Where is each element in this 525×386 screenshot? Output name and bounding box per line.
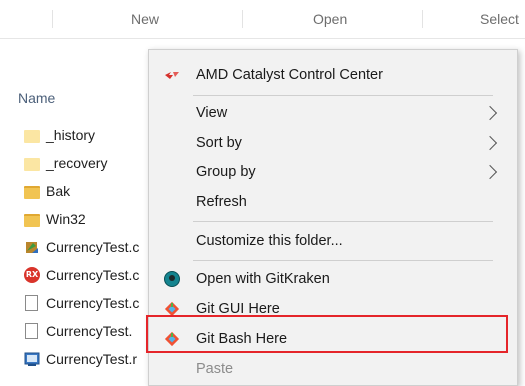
menu-item-paste[interactable]: Paste xyxy=(149,355,517,383)
list-item[interactable]: Win32 xyxy=(24,208,86,230)
ribbon-separator xyxy=(242,10,243,28)
amd-icon xyxy=(163,66,181,84)
file-name: _history xyxy=(46,127,96,143)
ribbon-group-open[interactable]: Open xyxy=(313,11,347,27)
ribbon-divider xyxy=(0,38,525,39)
menu-item-label: Refresh xyxy=(196,194,247,210)
list-item[interactable]: CurrencyTest.c xyxy=(24,236,139,258)
column-header-name[interactable]: Name xyxy=(18,90,55,106)
list-item[interactable]: _history xyxy=(24,124,95,146)
ribbon-group-select[interactable]: Select xyxy=(480,11,519,27)
list-item[interactable]: RX CurrencyTest.c xyxy=(24,264,139,286)
ribbon: New Open Select xyxy=(0,0,525,36)
menu-item-view[interactable]: View xyxy=(149,99,517,127)
menu-item-label: Group by xyxy=(196,164,256,180)
file-name: CurrencyTest.r xyxy=(46,351,138,367)
menu-item-open-with-gitkraken[interactable]: Open with GitKraken xyxy=(149,265,517,293)
highlight-box xyxy=(146,315,508,353)
chevron-right-icon xyxy=(482,164,498,180)
file-name: Bak xyxy=(46,183,71,199)
dll-file-icon xyxy=(24,239,40,255)
ribbon-separator xyxy=(52,10,53,28)
menu-item-group-by[interactable]: Group by xyxy=(149,158,517,186)
file-name: CurrencyTest. xyxy=(46,323,133,339)
file-name: _recovery xyxy=(46,155,108,171)
menu-item-label: Customize this folder... xyxy=(196,233,343,249)
list-item[interactable]: CurrencyTest.c xyxy=(24,292,139,314)
file-name: CurrencyTest.c xyxy=(46,239,140,255)
menu-separator xyxy=(193,95,493,96)
menu-separator xyxy=(193,260,493,261)
document-icon xyxy=(24,295,40,311)
chevron-right-icon xyxy=(482,105,498,121)
list-item[interactable]: CurrencyTest. xyxy=(24,320,132,342)
menu-item-label: Open with GitKraken xyxy=(196,271,330,287)
file-name: CurrencyTest.c xyxy=(46,295,140,311)
list-item[interactable]: _recovery xyxy=(24,152,107,174)
menu-item-customize-folder[interactable]: Customize this folder... xyxy=(149,227,517,255)
context-menu: AMD Catalyst Control Center View Sort by… xyxy=(146,49,518,386)
chevron-right-icon xyxy=(482,135,498,151)
menu-item-label: Paste xyxy=(196,361,234,377)
menu-item-refresh[interactable]: Refresh xyxy=(149,188,517,216)
project-file-icon xyxy=(24,351,40,367)
document-icon xyxy=(24,323,40,339)
menu-separator xyxy=(193,221,493,222)
gitkraken-icon xyxy=(163,270,181,288)
menu-item-label: Sort by xyxy=(196,135,242,151)
file-name: Win32 xyxy=(46,211,86,227)
menu-item-sort-by[interactable]: Sort by xyxy=(149,129,517,157)
file-name: CurrencyTest.c xyxy=(46,267,140,283)
folder-icon xyxy=(24,185,40,199)
rx-file-icon: RX xyxy=(24,267,40,283)
menu-item-label: View xyxy=(196,105,228,121)
ribbon-separator xyxy=(422,10,423,28)
list-item[interactable]: Bak xyxy=(24,180,70,202)
folder-light-icon xyxy=(24,157,40,171)
folder-icon xyxy=(24,213,40,227)
folder-light-icon xyxy=(24,129,40,143)
menu-item-label: AMD Catalyst Control Center xyxy=(196,67,383,83)
ribbon-group-new[interactable]: New xyxy=(131,11,159,27)
menu-item-amd-catalyst[interactable]: AMD Catalyst Control Center xyxy=(149,61,517,89)
list-item[interactable]: CurrencyTest.r xyxy=(24,348,137,370)
